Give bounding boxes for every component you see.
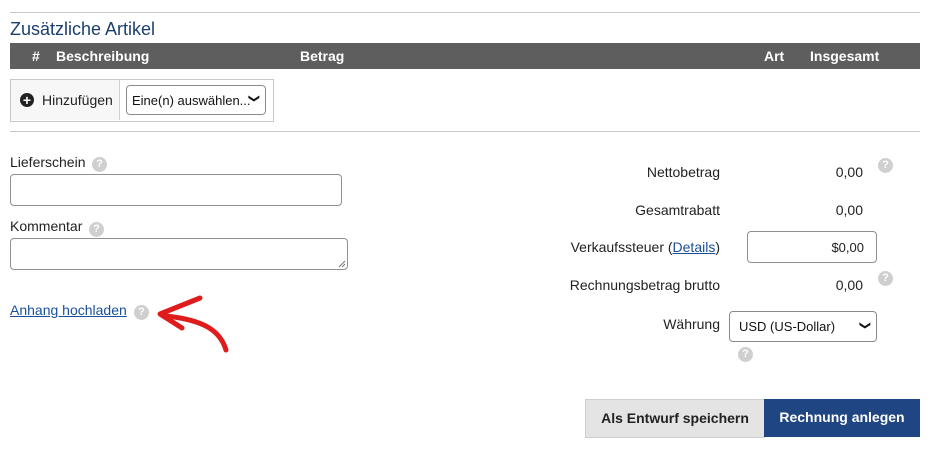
chevron-down-icon: ❯	[247, 93, 260, 104]
currency-select[interactable]: USD (US-Dollar) ❯	[729, 311, 877, 342]
plus-circle-icon: +	[20, 93, 34, 107]
sales-tax-label-suffix: )	[715, 239, 720, 255]
middle-divider	[10, 131, 920, 132]
comment-textarea[interactable]	[10, 238, 348, 270]
total-discount-value: 0,00	[835, 202, 863, 218]
resize-handle-icon[interactable]	[338, 260, 346, 268]
section-title: Zusätzliche Artikel	[10, 19, 156, 39]
column-header-amount: Betrag	[300, 48, 345, 64]
column-header-number: #	[32, 48, 40, 64]
sales-tax-value: $0,00	[831, 240, 864, 255]
sales-tax-details-link[interactable]: Details	[673, 239, 716, 255]
total-discount-label: Gesamtrabatt	[635, 202, 720, 218]
top-divider	[10, 12, 920, 13]
create-invoice-button[interactable]: Rechnung anlegen	[764, 399, 920, 437]
delivery-note-input[interactable]	[10, 174, 342, 206]
red-arrow-annotation	[157, 295, 229, 353]
comment-label: Kommentar	[10, 218, 83, 234]
items-table-header: # Beschreibung Betrag Art Insgesamt	[10, 43, 920, 69]
currency-select-value: USD (US-Dollar)	[739, 319, 836, 334]
help-icon[interactable]: ?	[134, 305, 149, 320]
chevron-down-icon: ❯	[858, 320, 871, 331]
sales-tax-label-text: Verkaufssteuer (	[570, 239, 673, 255]
gross-amount-value: 0,00	[835, 277, 863, 293]
item-type-select-value: Eine(n) auswählen...	[132, 93, 251, 108]
upload-attachment-link[interactable]: Anhang hochladen	[10, 302, 127, 318]
help-icon[interactable]: ?	[89, 222, 104, 237]
item-type-select[interactable]: Eine(n) auswählen... ❯	[126, 85, 266, 115]
net-amount-value: 0,00	[835, 164, 863, 180]
add-item-label: Hinzufügen	[42, 92, 113, 108]
save-draft-button[interactable]: Als Entwurf speichern	[585, 399, 765, 438]
help-icon[interactable]: ?	[878, 271, 893, 286]
currency-label: Währung	[663, 316, 720, 332]
help-icon[interactable]: ?	[878, 158, 893, 173]
sales-tax-label: Verkaufssteuer (Details)	[571, 239, 720, 255]
column-header-type: Art	[764, 48, 785, 64]
add-item-button[interactable]: + Hinzufügen	[11, 80, 120, 120]
help-icon[interactable]: ?	[738, 347, 753, 362]
delivery-note-label: Lieferschein	[10, 154, 86, 170]
net-amount-label: Nettobetrag	[646, 164, 720, 180]
column-header-total: Insgesamt	[810, 48, 880, 64]
column-header-description: Beschreibung	[56, 48, 150, 64]
sales-tax-input[interactable]: $0,00	[747, 231, 877, 263]
help-icon[interactable]: ?	[92, 157, 107, 172]
gross-amount-label: Rechnungsbetrag brutto	[569, 277, 720, 293]
